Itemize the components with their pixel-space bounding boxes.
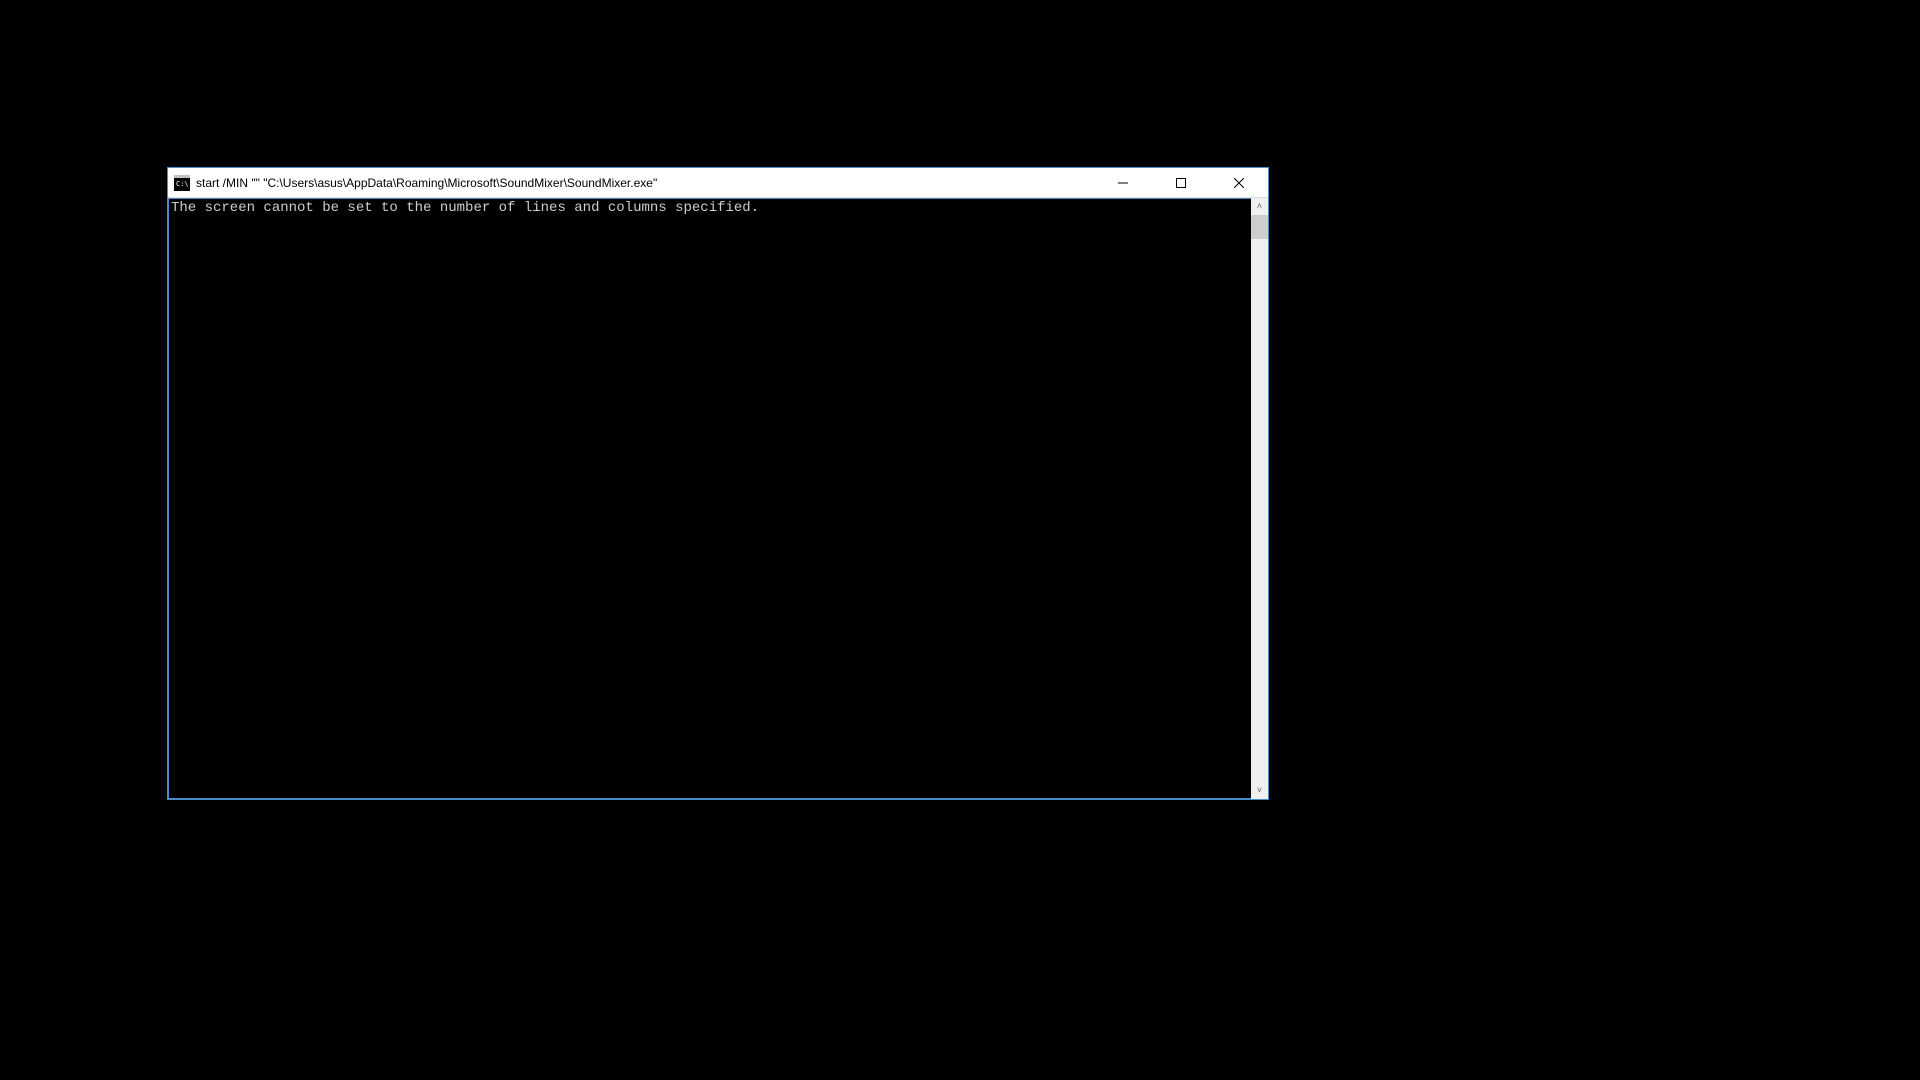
close-icon — [1234, 178, 1244, 188]
console-output[interactable]: The screen cannot be set to the number o… — [168, 198, 1251, 799]
window-title: start /MIN "" "C:\Users\asus\AppData\Roa… — [196, 176, 1094, 190]
close-button[interactable] — [1210, 168, 1268, 197]
scroll-thumb[interactable] — [1251, 215, 1268, 239]
titlebar[interactable]: C:\ start /MIN "" "C:\Users\asus\AppData… — [168, 168, 1268, 198]
chevron-up-icon: ˄ — [1257, 202, 1262, 211]
minimize-icon — [1118, 178, 1128, 188]
maximize-button[interactable] — [1152, 168, 1210, 197]
chevron-down-icon: ˅ — [1257, 786, 1262, 795]
scroll-up-button[interactable]: ˄ — [1251, 198, 1268, 215]
window-body: The screen cannot be set to the number o… — [168, 198, 1268, 799]
vertical-scrollbar[interactable]: ˄ ˅ — [1251, 198, 1268, 799]
scroll-track[interactable] — [1251, 215, 1268, 782]
svg-text:C:\: C:\ — [176, 180, 189, 188]
maximize-icon — [1176, 178, 1186, 188]
command-prompt-window: C:\ start /MIN "" "C:\Users\asus\AppData… — [167, 167, 1269, 800]
scroll-down-button[interactable]: ˅ — [1251, 782, 1268, 799]
cmd-icon: C:\ — [174, 175, 190, 191]
minimize-button[interactable] — [1094, 168, 1152, 197]
window-controls — [1094, 168, 1268, 197]
